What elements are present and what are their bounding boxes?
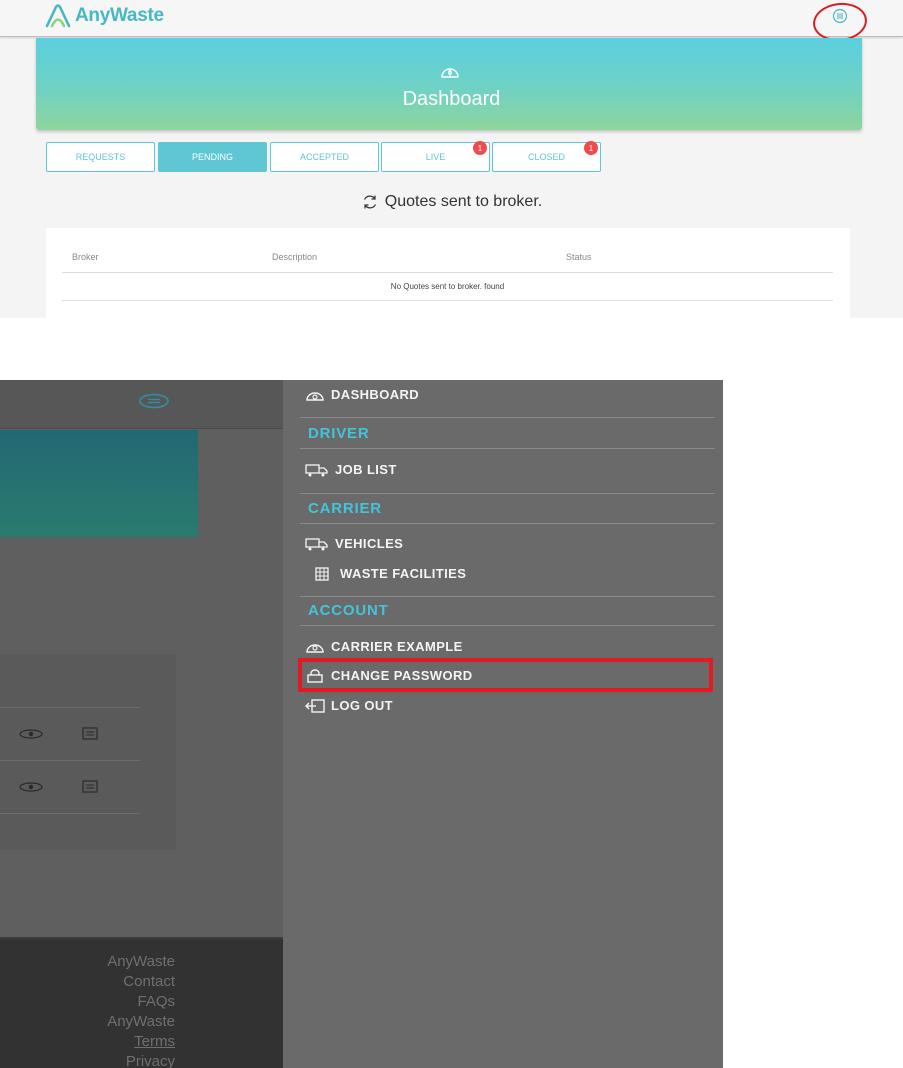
drawer-item-label: JOB LIST bbox=[335, 462, 397, 477]
logo-text: AnyWaste bbox=[75, 5, 164, 26]
drawer-item-dashboard[interactable]: DASHBOARD bbox=[305, 387, 419, 402]
drawer-item-job-list[interactable]: JOB LIST bbox=[305, 462, 397, 477]
dimmed-divider bbox=[0, 760, 140, 761]
menu-icon bbox=[139, 393, 169, 409]
tab-pending[interactable]: PENDING bbox=[158, 142, 267, 172]
notification-badge: 1 bbox=[584, 141, 598, 155]
logout-icon bbox=[305, 698, 325, 713]
anywaste-logo-icon bbox=[45, 4, 71, 28]
empty-table-message: No Quotes sent to broker. found bbox=[390, 282, 505, 291]
drawer-item-label: CHANGE PASSWORD bbox=[331, 668, 473, 683]
dimmed-divider bbox=[0, 707, 140, 708]
footer-link: FAQs bbox=[137, 993, 175, 1010]
quotes-table bbox=[46, 228, 850, 318]
drawer-item-vehicles[interactable]: VEHICLES bbox=[305, 536, 403, 551]
drawer-item-label: CARRIER EXAMPLE bbox=[331, 639, 463, 654]
tab-label: PENDING bbox=[191, 152, 233, 162]
document-icon bbox=[82, 727, 98, 740]
dashboard-screenshot: AnyWaste Dashboard REQUESTS PENDING ACCE… bbox=[0, 0, 903, 318]
footer-link: Contact bbox=[123, 973, 175, 990]
drawer-item-carrier-example[interactable]: CARRIER EXAMPLE bbox=[305, 639, 463, 654]
column-header-description: Description bbox=[272, 252, 318, 262]
section-heading-text: Quotes sent to broker. bbox=[384, 193, 543, 210]
drawer-item-label: VEHICLES bbox=[335, 536, 404, 551]
column-header-status: Status bbox=[566, 252, 592, 262]
drawer-divider bbox=[300, 625, 715, 626]
drawer-item-label: WASTE FACILITIES bbox=[340, 566, 467, 581]
section-heading: Quotes sent to broker. bbox=[0, 193, 903, 211]
drawer-divider bbox=[300, 448, 715, 449]
tab-requests[interactable]: REQUESTS bbox=[46, 142, 155, 172]
tab-label: REQUESTS bbox=[75, 152, 126, 162]
dimmed-divider bbox=[0, 813, 140, 814]
dashboard-banner bbox=[36, 38, 862, 130]
footer-link: AnyWaste bbox=[107, 1013, 175, 1030]
drawer-item-waste-facilities[interactable]: WASTE FACILITIES bbox=[315, 566, 466, 581]
speedometer-icon bbox=[441, 68, 459, 78]
dimmed-banner bbox=[0, 430, 198, 537]
eye-icon bbox=[19, 729, 43, 739]
drawer-divider bbox=[300, 417, 715, 418]
dimmed-table-card bbox=[0, 654, 176, 850]
navigation-drawer: DASHBOARD DRIVER JOB LIST CARRIER VEHICL… bbox=[283, 380, 723, 1068]
speedometer-icon bbox=[306, 391, 324, 401]
drawer-heading-driver: DRIVER bbox=[308, 425, 370, 442]
drawer-divider bbox=[300, 596, 715, 597]
drawer-screenshot: AnyWaste Contact FAQs AnyWaste Terms Pri… bbox=[0, 380, 723, 1068]
page-title: Dashboard bbox=[402, 88, 501, 110]
drawer-item-label: DASHBOARD bbox=[331, 387, 420, 402]
anywaste-logo[interactable]: AnyWaste bbox=[44, 3, 164, 29]
truck-icon bbox=[305, 537, 328, 550]
tab-accepted[interactable]: ACCEPTED bbox=[270, 142, 379, 172]
drawer-item-label: LOG OUT bbox=[331, 698, 394, 713]
footer-link: Privacy bbox=[125, 1053, 175, 1068]
tab-label: LIVE bbox=[425, 152, 446, 162]
drawer-divider bbox=[300, 523, 715, 524]
drawer-heading-account: ACCOUNT bbox=[308, 602, 389, 619]
tab-label: CLOSED bbox=[527, 152, 565, 162]
tab-closed[interactable]: CLOSED 1 bbox=[492, 141, 601, 172]
drawer-item-change-password[interactable]: CHANGE PASSWORD bbox=[305, 668, 473, 683]
table-divider bbox=[62, 300, 833, 301]
footer-link: AnyWaste bbox=[107, 953, 175, 970]
document-icon bbox=[82, 780, 98, 793]
refresh-icon bbox=[363, 195, 376, 209]
dimmed-footer: AnyWaste Contact FAQs AnyWaste Terms Pri… bbox=[0, 937, 283, 1068]
building-icon bbox=[315, 566, 329, 581]
table-divider bbox=[62, 272, 833, 273]
truck-icon bbox=[305, 463, 328, 476]
drawer-item-log-out[interactable]: LOG OUT bbox=[305, 698, 393, 713]
footer-link: Terms bbox=[134, 1033, 175, 1050]
eye-icon bbox=[19, 782, 43, 792]
speedometer-icon bbox=[306, 643, 324, 653]
lock-icon bbox=[307, 668, 323, 683]
notification-badge: 1 bbox=[473, 141, 487, 155]
drawer-heading-carrier: CARRIER bbox=[308, 500, 382, 517]
drawer-divider bbox=[300, 493, 715, 494]
tab-label: ACCEPTED bbox=[299, 152, 349, 162]
tab-live[interactable]: LIVE 1 bbox=[381, 141, 490, 172]
column-header-broker: Broker bbox=[72, 252, 99, 262]
